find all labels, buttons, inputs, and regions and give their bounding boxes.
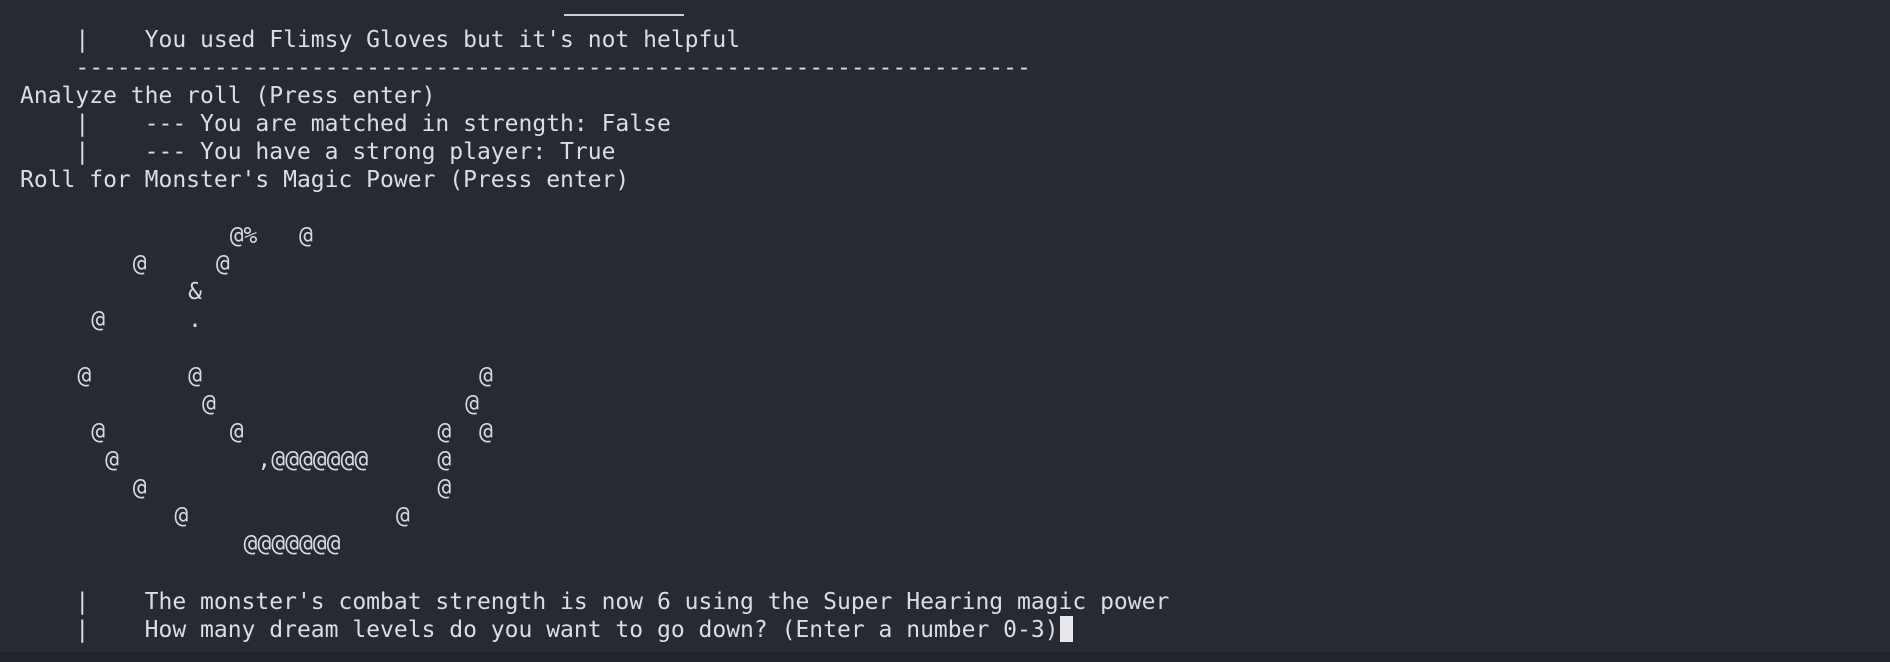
output-line-gloves: | You used Flimsy Gloves but it's not he… — [20, 27, 741, 53]
output-line-analyze: Analyze the roll (Press enter) — [20, 83, 436, 109]
top-divider — [564, 14, 684, 16]
terminal-window[interactable]: | You used Flimsy Gloves but it's not he… — [0, 0, 1890, 662]
output-line-roll-magic: Roll for Monster's Magic Power (Press en… — [20, 167, 630, 193]
text-cursor[interactable] — [1059, 616, 1073, 642]
output-line-matched: | --- You are matched in strength: False — [20, 111, 671, 137]
input-prompt-line[interactable]: | How many dream levels do you want to g… — [20, 616, 1073, 644]
output-line-strong: | --- You have a strong player: True — [20, 139, 616, 165]
prompt-text: | How many dream levels do you want to g… — [20, 617, 1059, 643]
ascii-art-monster: @% @ @ @ & @ . @ @ @ @ @ @ @ @ @ @ ,@@@@… — [77, 223, 493, 557]
output-line-combat-strength: | The monster's combat strength is now 6… — [20, 589, 1170, 615]
bottom-bar — [0, 652, 1890, 662]
output-divider: ----------------------------------------… — [20, 55, 1031, 81]
